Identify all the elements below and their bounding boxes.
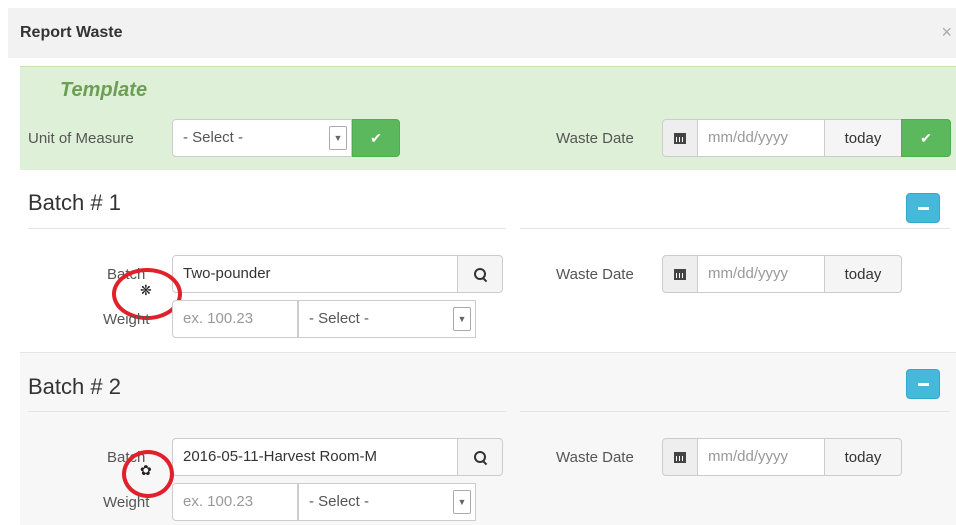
template-calendar-button[interactable] [662,119,698,157]
batch-1-unit-value: - Select - [309,310,370,327]
calendar-icon [674,268,686,280]
batch-2-waste-date-input[interactable]: mm/dd/yyyy [697,438,825,476]
batch-1-unit-select[interactable]: - Select - ▼ [298,300,476,338]
unit-of-measure-label: Unit of Measure [28,130,134,147]
batch-2-today-button[interactable]: today [824,438,902,476]
check-icon: ✔ [920,129,932,146]
template-heading: Template [60,79,148,101]
close-icon[interactable]: × [941,22,952,43]
gear-icon: ✿ [140,462,152,478]
search-icon [473,267,487,281]
batch-1-weight-input[interactable]: ex. 100.23 [172,300,298,338]
apply-date-button[interactable]: ✔ [901,119,951,157]
batch-1-today-button[interactable]: today [824,255,902,293]
batch-2-calendar-button[interactable] [662,438,698,476]
batch-1-title: Batch # 1 [28,190,121,215]
batch-1-weight-label: Weight [103,311,150,328]
calendar-icon [674,132,686,144]
search-icon [473,450,487,464]
asterisk-icon: ❋ [140,282,152,298]
batch-1-divider-left [28,228,506,229]
template-today-button[interactable]: today [824,119,902,157]
batch-2-title: Batch # 2 [28,374,121,399]
batch-2-divider-right [520,411,950,412]
batch-1-search-button[interactable] [457,255,503,293]
chevron-down-icon: ▼ [329,126,347,150]
chevron-down-icon: ▼ [453,307,471,331]
batch-1-divider-right [520,228,950,229]
minus-icon [917,382,929,386]
batch-2-search-button[interactable] [457,438,503,476]
batch-2-unit-select[interactable]: - Select - ▼ [298,483,476,521]
modal-header: Report Waste × [8,8,956,58]
template-waste-date-input[interactable]: mm/dd/yyyy [697,119,825,157]
batch-2-weight-label: Weight [103,494,150,511]
chevron-down-icon: ▼ [453,490,471,514]
batch-1-waste-date-input[interactable]: mm/dd/yyyy [697,255,825,293]
batch-1-calendar-button[interactable] [662,255,698,293]
apply-unit-button[interactable]: ✔ [352,119,400,157]
check-icon: ✔ [370,129,382,146]
batch-2-batch-input[interactable]: 2016-05-11-Harvest Room-M [172,438,458,476]
batch-2-waste-date-label: Waste Date [556,449,634,466]
minus-icon [917,206,929,210]
template-waste-date-label: Waste Date [556,130,634,147]
batch-2-unit-value: - Select - [309,493,370,510]
unit-of-measure-select[interactable]: - Select - ▼ [172,119,352,157]
batch-1-batch-input[interactable]: Two-pounder [172,255,458,293]
remove-batch-1-button[interactable] [906,193,940,223]
modal-title: Report Waste [20,24,123,41]
calendar-icon [674,451,686,463]
batch-1-waste-date-label: Waste Date [556,266,634,283]
batch-2-weight-input[interactable]: ex. 100.23 [172,483,298,521]
remove-batch-2-button[interactable] [906,369,940,399]
unit-of-measure-value: - Select - [183,129,244,146]
template-section: Template Unit of Measure - Select - ▼ ✔ … [20,66,956,170]
batch-2-divider-left [28,411,506,412]
